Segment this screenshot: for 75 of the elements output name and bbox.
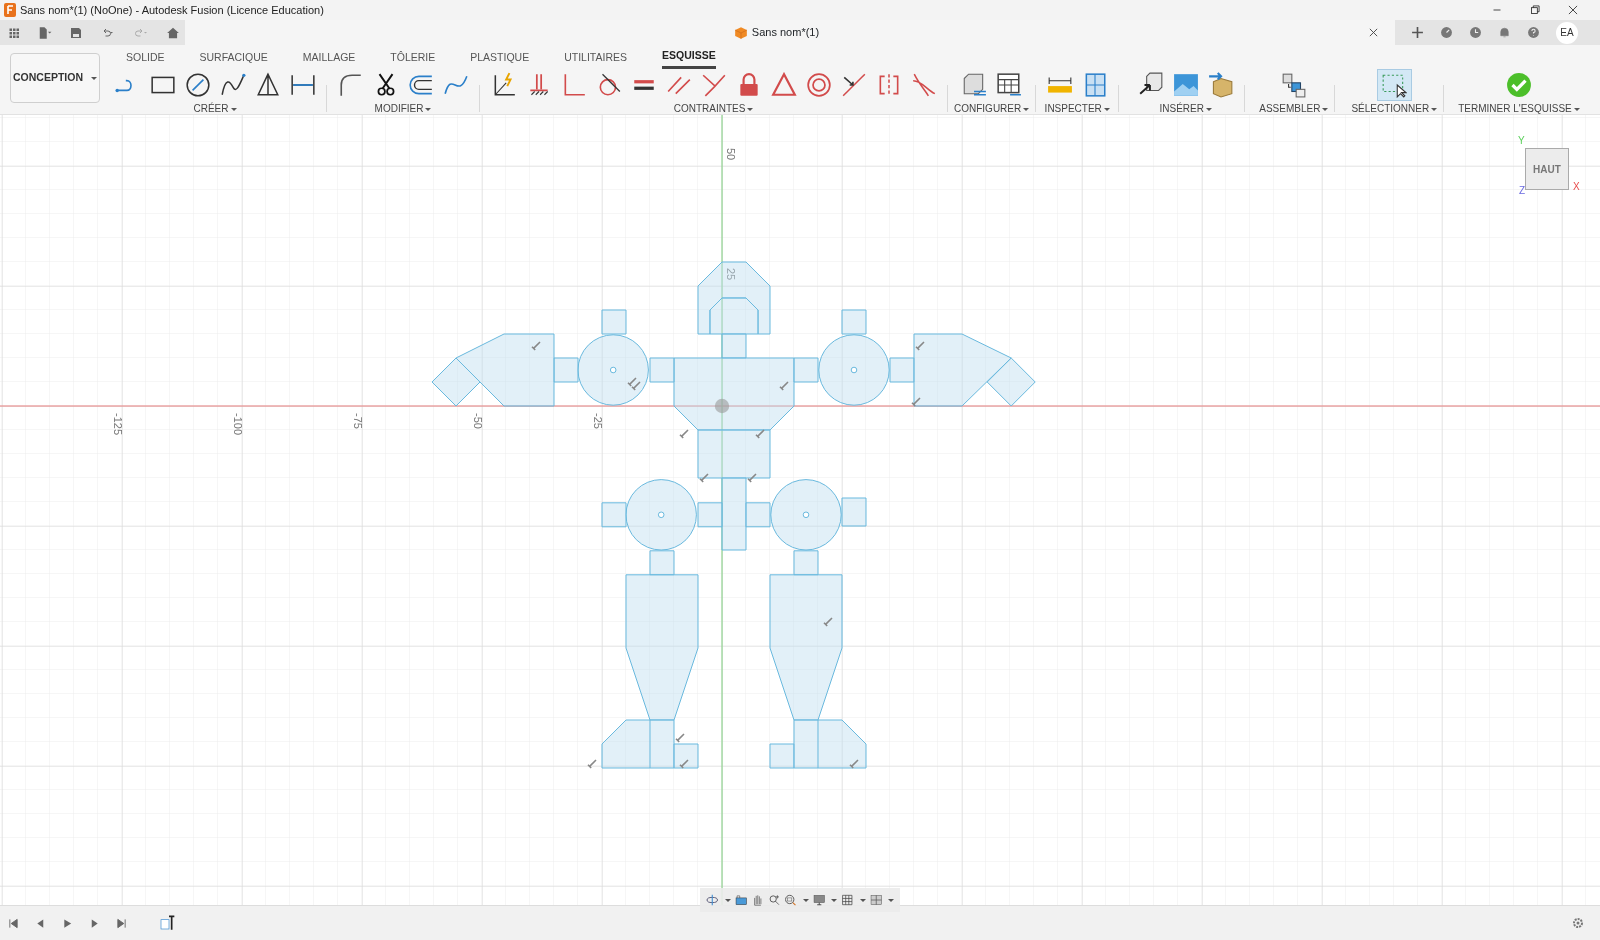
grid-icon[interactable] bbox=[841, 892, 854, 908]
caret-icon bbox=[425, 107, 432, 111]
play-icon[interactable] bbox=[62, 917, 73, 929]
document-title: Sans nom*(1) bbox=[751, 25, 820, 41]
ribbon-tab[interactable]: MAILLAGE bbox=[302, 45, 356, 69]
workspace-dropdown[interactable]: CONCEPTION bbox=[10, 53, 100, 103]
cube-icon bbox=[733, 25, 748, 40]
axis-tick-label: 25 bbox=[725, 268, 737, 281]
orbit-icon[interactable] bbox=[706, 892, 719, 908]
ribbon-tab[interactable]: SURFACIQUE bbox=[199, 45, 268, 69]
plus-icon[interactable] bbox=[1411, 26, 1424, 39]
group-menu-button[interactable]: INSÉRER bbox=[1159, 100, 1212, 116]
viewports-icon[interactable] bbox=[869, 892, 882, 908]
step-forward-icon[interactable] bbox=[89, 917, 100, 929]
group-menu-button[interactable]: CONTRAINTES bbox=[673, 100, 754, 116]
help-icon[interactable] bbox=[1527, 26, 1540, 39]
sketch-feature-icon[interactable] bbox=[159, 915, 175, 931]
axis-tick-label: 50 bbox=[725, 148, 737, 161]
settings-icon[interactable] bbox=[1572, 917, 1584, 929]
caret-icon bbox=[724, 898, 731, 902]
first-step-icon[interactable] bbox=[8, 917, 19, 929]
group-menu-button[interactable]: INSPECTER bbox=[1044, 100, 1110, 116]
group-menu-button[interactable]: TERMINER L'ESQUISSE bbox=[1458, 100, 1580, 116]
display-icon[interactable] bbox=[812, 892, 825, 908]
axis-letter: Z bbox=[1519, 184, 1526, 198]
bell-icon[interactable] bbox=[1498, 26, 1511, 39]
group-menu-button[interactable]: CRÉER bbox=[193, 100, 237, 116]
caret-icon bbox=[1573, 107, 1580, 111]
axis-tick-label: -125 bbox=[112, 413, 124, 436]
camera-view-icon[interactable] bbox=[734, 892, 747, 908]
close-icon[interactable] bbox=[1368, 27, 1379, 38]
pan-hand-icon[interactable] bbox=[751, 892, 764, 908]
caret-icon bbox=[859, 898, 866, 902]
caret-icon bbox=[831, 898, 837, 902]
ribbon-tab[interactable]: PLASTIQUE bbox=[470, 45, 530, 69]
group-menu-button[interactable]: MODIFIER bbox=[374, 100, 432, 116]
group-menu-button[interactable]: CONFIGURER bbox=[954, 100, 1030, 116]
step-back-icon[interactable] bbox=[35, 917, 46, 929]
ribbon-tab[interactable]: TÔLERIE bbox=[390, 45, 436, 69]
caret-icon bbox=[1431, 107, 1438, 111]
caret-icon bbox=[747, 107, 754, 111]
restore-icon[interactable] bbox=[1528, 3, 1542, 17]
gauge-icon[interactable] bbox=[1440, 26, 1453, 39]
close-icon[interactable] bbox=[1566, 3, 1580, 17]
group-menu-button[interactable]: SÉLECTIONNER bbox=[1351, 100, 1438, 116]
caret-icon bbox=[802, 898, 809, 902]
zoom-icon[interactable] bbox=[767, 892, 780, 908]
app-logo-icon bbox=[4, 3, 16, 17]
axis-tick-label: -100 bbox=[232, 413, 244, 436]
axis-tick-label: -50 bbox=[472, 413, 484, 429]
axis-letter: X bbox=[1573, 180, 1580, 194]
caret-icon bbox=[91, 76, 97, 80]
clock-icon[interactable] bbox=[1469, 26, 1482, 39]
user-avatar[interactable]: EA bbox=[1556, 21, 1578, 44]
caret-icon bbox=[1322, 107, 1329, 111]
zoom-fit-icon[interactable] bbox=[784, 892, 797, 908]
caret-icon bbox=[230, 107, 237, 111]
caret-icon bbox=[1103, 107, 1110, 111]
caret-icon bbox=[1205, 107, 1212, 111]
axis-letter: Y bbox=[1518, 134, 1525, 148]
home-icon[interactable] bbox=[166, 25, 180, 40]
save-icon[interactable] bbox=[70, 26, 82, 39]
ribbon-tab[interactable]: UTILITAIRES bbox=[564, 45, 627, 69]
last-step-icon[interactable] bbox=[116, 917, 127, 929]
caret-icon bbox=[888, 898, 894, 902]
dashed-selection-icon[interactable] bbox=[1376, 68, 1412, 101]
group-menu-button[interactable]: ASSEMBLER bbox=[1259, 100, 1329, 116]
ribbon-tab[interactable]: SOLIDE bbox=[126, 45, 165, 69]
axis-tick-label: -25 bbox=[592, 413, 604, 429]
view-cube[interactable]: HAUT bbox=[1525, 148, 1569, 190]
caret-icon bbox=[1023, 107, 1030, 111]
axis-tick-label: -75 bbox=[352, 413, 364, 429]
ribbon-tab[interactable]: ESQUISSE bbox=[662, 45, 716, 69]
window-title: Sans nom*(1) (NoOne) - Autodesk Fusion (Licence Education) bbox=[20, 2, 324, 18]
app-grid-icon[interactable] bbox=[8, 26, 20, 39]
